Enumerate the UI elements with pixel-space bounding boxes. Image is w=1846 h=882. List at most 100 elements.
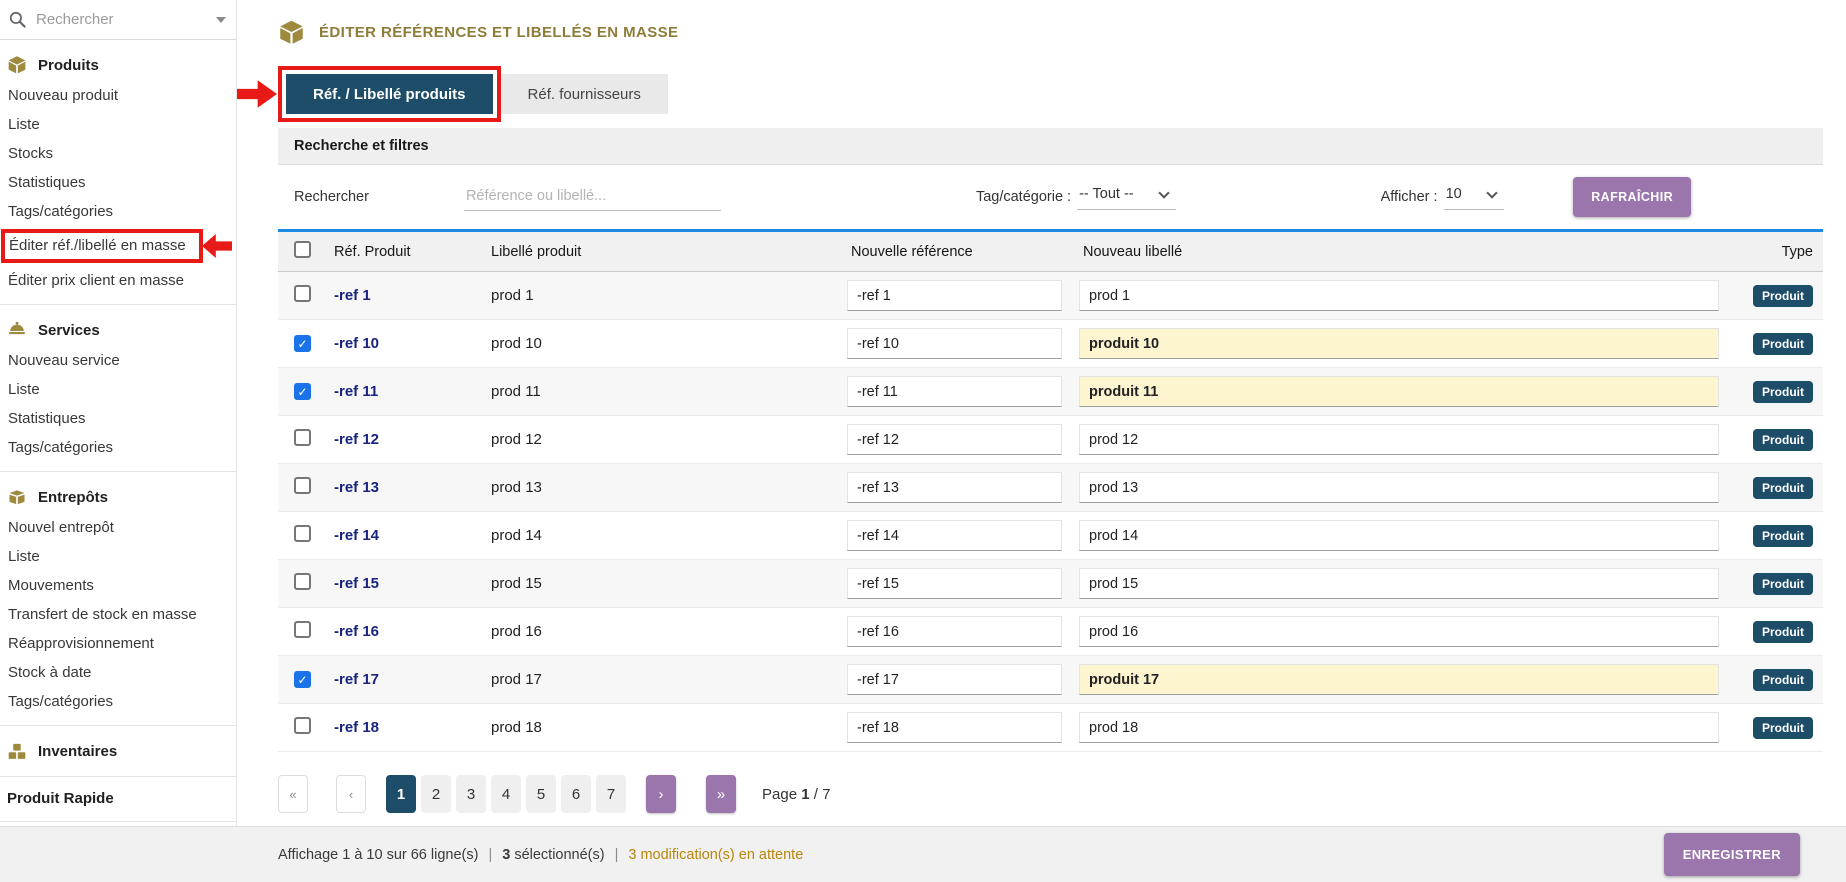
sidebar-item[interactable]: Nouveau service: [0, 346, 236, 375]
next-page-button[interactable]: ›: [646, 775, 676, 813]
page-header: ÉDITER RÉFÉRENCES ET LIBELLÉS EN MASSE: [278, 16, 1823, 48]
sidebar-item-produit-rapide[interactable]: Produit Rapide: [0, 777, 236, 822]
new-ref-input[interactable]: [847, 376, 1062, 407]
new-label-input[interactable]: [1079, 328, 1719, 359]
sidebar-item[interactable]: Stock à date: [0, 658, 236, 687]
tag-category-select[interactable]: Tag/catégorie : -- Tout --: [976, 184, 1176, 210]
sidebar-item[interactable]: Liste: [0, 542, 236, 571]
refresh-button[interactable]: RAFRAÎCHIR: [1573, 177, 1691, 217]
row-checkbox[interactable]: [294, 717, 311, 734]
sidebar-item[interactable]: Tags/catégories: [0, 433, 236, 462]
sidebar-item[interactable]: Liste: [0, 375, 236, 404]
sidebar-item[interactable]: Éditer réf./libellé en masse: [1, 229, 203, 263]
table-row: -ref 1 prod 1 Produit: [278, 272, 1823, 320]
page-size-select[interactable]: Afficher : 10: [1381, 184, 1504, 210]
last-page-button[interactable]: »: [706, 775, 736, 813]
page-button-5[interactable]: 5: [526, 775, 556, 813]
sidebar-item[interactable]: Tags/catégories: [0, 687, 236, 716]
page-button-1[interactable]: 1: [386, 775, 416, 813]
product-ref: -ref 12: [324, 431, 481, 448]
row-checkbox[interactable]: [294, 429, 311, 446]
page-button-4[interactable]: 4: [491, 775, 521, 813]
page-button-6[interactable]: 6: [561, 775, 591, 813]
display-info: Affichage 1 à 10 sur 66 ligne(s): [278, 847, 478, 863]
new-label-input[interactable]: [1079, 424, 1719, 455]
product-label: prod 10: [481, 335, 841, 352]
row-checkbox[interactable]: [294, 671, 311, 688]
new-ref-input[interactable]: [847, 520, 1062, 551]
box-icon: [7, 55, 27, 75]
sidebar-section-header[interactable]: Produits: [0, 53, 236, 81]
sidebar-item[interactable]: Stocks: [0, 139, 236, 168]
new-ref-input[interactable]: [847, 616, 1062, 647]
sidebar-item[interactable]: Transfert de stock en masse: [0, 600, 236, 629]
row-checkbox[interactable]: [294, 525, 311, 542]
filter-search-input[interactable]: [464, 184, 721, 211]
row-checkbox[interactable]: [294, 335, 311, 352]
search-filter-label: Rechercher: [294, 189, 369, 205]
type-badge: Produit: [1753, 333, 1813, 355]
new-label-input[interactable]: [1079, 472, 1719, 503]
sidebar-section-header[interactable]: Inventaires: [0, 739, 236, 767]
table-row: -ref 17 prod 17 Produit: [278, 656, 1823, 704]
sidebar-item[interactable]: Statistiques: [0, 168, 236, 197]
product-label: prod 14: [481, 527, 841, 544]
tab-ref-fournisseurs[interactable]: Réf. fournisseurs: [501, 74, 668, 114]
sidebar-item[interactable]: Nouveau produit: [0, 81, 236, 110]
page-button-3[interactable]: 3: [456, 775, 486, 813]
new-label-input[interactable]: [1079, 520, 1719, 551]
select-all-checkbox[interactable]: [294, 241, 311, 258]
sidebar-section: Produits Nouveau produitListeStocksStati…: [0, 40, 236, 305]
sidebar-item[interactable]: Statistiques: [0, 404, 236, 433]
selected-info: 3 sélectionné(s): [502, 847, 604, 863]
tab-ref-libelle-produits[interactable]: Réf. / Libellé produits: [286, 74, 493, 114]
row-checkbox[interactable]: [294, 285, 311, 302]
new-label-input[interactable]: [1079, 568, 1719, 599]
sidebar-item[interactable]: Liste: [0, 110, 236, 139]
new-ref-input[interactable]: [847, 712, 1062, 743]
new-ref-input[interactable]: [847, 568, 1062, 599]
product-label: prod 16: [481, 623, 841, 640]
footer-bar: Affichage 1 à 10 sur 66 ligne(s) | 3 sél…: [0, 826, 1846, 882]
save-button[interactable]: ENREGISTRER: [1664, 833, 1800, 876]
type-badge: Produit: [1753, 525, 1813, 547]
new-ref-input[interactable]: [847, 328, 1062, 359]
chevron-down-icon: [1486, 187, 1497, 198]
product-ref: -ref 14: [324, 527, 481, 544]
sidebar-section-header[interactable]: Entrepôts: [0, 485, 236, 513]
page-button-2[interactable]: 2: [421, 775, 451, 813]
page-button-7[interactable]: 7: [596, 775, 626, 813]
product-ref: -ref 1: [324, 287, 481, 304]
new-ref-input[interactable]: [847, 280, 1062, 311]
sidebar-item[interactable]: Tags/catégories: [0, 197, 236, 226]
row-checkbox[interactable]: [294, 621, 311, 638]
product-ref: -ref 16: [324, 623, 481, 640]
new-label-input[interactable]: [1079, 376, 1719, 407]
sidebar-section: Entrepôts Nouvel entrepôtListeMouvements…: [0, 472, 236, 726]
chevron-down-icon[interactable]: [216, 17, 226, 23]
new-ref-input[interactable]: [847, 424, 1062, 455]
new-label-input[interactable]: [1079, 664, 1719, 695]
row-checkbox[interactable]: [294, 477, 311, 494]
row-checkbox[interactable]: [294, 383, 311, 400]
new-ref-input[interactable]: [847, 472, 1062, 503]
type-badge: Produit: [1753, 669, 1813, 691]
new-label-input[interactable]: [1079, 280, 1719, 311]
column-header-new-label: Nouveau libellé: [1073, 244, 1733, 260]
sidebar-section-header[interactable]: Services: [0, 318, 236, 346]
sidebar-item[interactable]: Nouvel entrepôt: [0, 513, 236, 542]
first-page-button[interactable]: «: [278, 775, 308, 813]
prev-page-button[interactable]: ‹: [336, 775, 366, 813]
sidebar-item[interactable]: Éditer prix client en masse: [0, 266, 236, 295]
new-label-input[interactable]: [1079, 712, 1719, 743]
filters-panel: Recherche et filtres Rechercher Tag/caté…: [278, 128, 1823, 232]
product-label: prod 11: [481, 383, 841, 400]
sidebar-item[interactable]: Réapprovisionnement: [0, 629, 236, 658]
new-label-input[interactable]: [1079, 616, 1719, 647]
sidebar-search-input[interactable]: [36, 11, 207, 28]
type-badge: Produit: [1753, 477, 1813, 499]
sidebar-item[interactable]: Mouvements: [0, 571, 236, 600]
type-badge: Produit: [1753, 573, 1813, 595]
row-checkbox[interactable]: [294, 573, 311, 590]
new-ref-input[interactable]: [847, 664, 1062, 695]
